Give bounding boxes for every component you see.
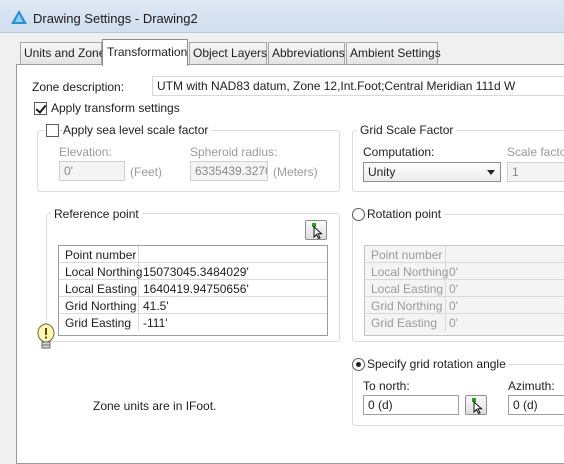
grid-cell-name: Local Easting (65, 282, 138, 296)
rotation-angle-radio[interactable] (352, 358, 365, 371)
window-title: Drawing Settings - Drawing2 (33, 11, 198, 26)
rotation-angle-label: Specify grid rotation angle (367, 357, 509, 371)
grid-cell-name: Grid Easting (65, 316, 132, 330)
to-north-label: To north: (363, 379, 410, 393)
grid-cell-value: 0' (449, 265, 458, 279)
tab-abbreviations[interactable]: Abbreviations (268, 42, 345, 64)
reference-pick-button[interactable] (305, 220, 327, 240)
grid-cell-value: 0' (449, 282, 458, 296)
spheroid-radius-unit: (Meters) (273, 165, 318, 179)
tab-object-layers[interactable]: Object Layers (189, 42, 267, 64)
spheroid-radius-label: Spheroid radius: (190, 145, 278, 159)
grid-cell-value[interactable]: 41.5' (143, 299, 169, 313)
elevation-field[interactable]: 0' (59, 161, 125, 181)
tab-ambient-settings[interactable]: Ambient Settings (346, 42, 441, 64)
to-north-field[interactable]: 0 (d) (363, 395, 459, 415)
grid-cell-value[interactable]: 1640419.94750656' (143, 282, 249, 296)
grid-cell-name: Grid Northing (371, 299, 443, 313)
grid-cell-name: Point number (371, 248, 443, 262)
apply-transform-label: Apply transform settings (51, 101, 180, 115)
rotation-point-label: Rotation point (367, 207, 445, 221)
reference-point-grid: Point number Local Northing 15073045.348… (58, 245, 328, 336)
sea-level-label: Apply sea level scale factor (63, 123, 212, 137)
elevation-label: Elevation: (59, 145, 112, 159)
rotation-point-radio[interactable] (352, 208, 365, 221)
computation-dropdown[interactable]: Unity (363, 162, 501, 182)
tab-strip: Units and Zone Transformation Object Lay… (0, 33, 564, 66)
grid-cell-name: Local Easting (371, 282, 444, 296)
grid-cell-value: 0' (449, 299, 458, 313)
sea-level-checkbox[interactable] (46, 124, 59, 137)
title-bar[interactable]: Drawing Settings - Drawing2 (0, 0, 564, 33)
cursor-icon (473, 401, 483, 414)
tab-transformation[interactable]: Transformation (102, 39, 188, 66)
grid-cell-name: Local Northing (65, 265, 143, 279)
tab-units-and-zone[interactable]: Units and Zone (20, 42, 105, 64)
table-row[interactable]: Grid Northing 41.5' (59, 297, 327, 314)
grid-cell-value[interactable]: -111' (143, 316, 168, 330)
grid-cell-value: 0' (449, 316, 458, 330)
computation-value: Unity (368, 165, 396, 179)
lightbulb-icon (37, 323, 55, 349)
grid-scale-title: Grid Scale Factor (357, 123, 457, 137)
table-row: Local Northing 0' (365, 263, 564, 280)
app-icon (11, 10, 27, 24)
table-row: Grid Easting 0' (365, 314, 564, 331)
scale-factor-field[interactable]: 1 (507, 162, 564, 182)
grid-cell-name: Grid Northing (65, 299, 137, 313)
zone-units-message: Zone units are in IFoot. (93, 399, 217, 413)
cursor-icon (313, 226, 323, 239)
elevation-unit: (Feet) (130, 165, 163, 179)
table-row: Grid Northing 0' (365, 297, 564, 314)
azimuth-field[interactable]: 0 (d) (508, 395, 564, 415)
scale-factor-label: Scale factor (507, 145, 564, 159)
spheroid-radius-field[interactable]: 6335439.3270 (190, 161, 268, 181)
table-row[interactable]: Point number (59, 246, 327, 263)
chevron-down-icon (487, 170, 495, 175)
azimuth-label: Azimuth: (508, 379, 555, 393)
table-row[interactable]: Local Easting 1640419.94750656' (59, 280, 327, 297)
zone-description-label: Zone description: (32, 80, 125, 94)
computation-label: Computation: (363, 145, 435, 159)
grid-cell-name: Local Northing (371, 265, 449, 279)
table-row[interactable]: Grid Easting -111' (59, 314, 327, 331)
grid-scale-group (352, 130, 564, 192)
table-row: Local Easting 0' (365, 280, 564, 297)
grid-cell-name: Point number (65, 248, 137, 262)
table-row: Point number (365, 246, 564, 263)
table-row[interactable]: Local Northing 15073045.3484029' (59, 263, 327, 280)
grid-cell-value[interactable]: 15073045.3484029' (143, 265, 249, 279)
reference-point-title: Reference point (51, 207, 142, 221)
rotation-point-grid: Point number Local Northing 0' Local Eas… (364, 245, 564, 336)
to-north-pick-button[interactable] (465, 395, 487, 415)
grid-cell-name: Grid Easting (371, 316, 438, 330)
apply-transform-checkbox[interactable] (34, 102, 47, 115)
zone-description-field[interactable]: UTM with NAD83 datum, Zone 12,Int.Foot;C… (152, 76, 564, 96)
